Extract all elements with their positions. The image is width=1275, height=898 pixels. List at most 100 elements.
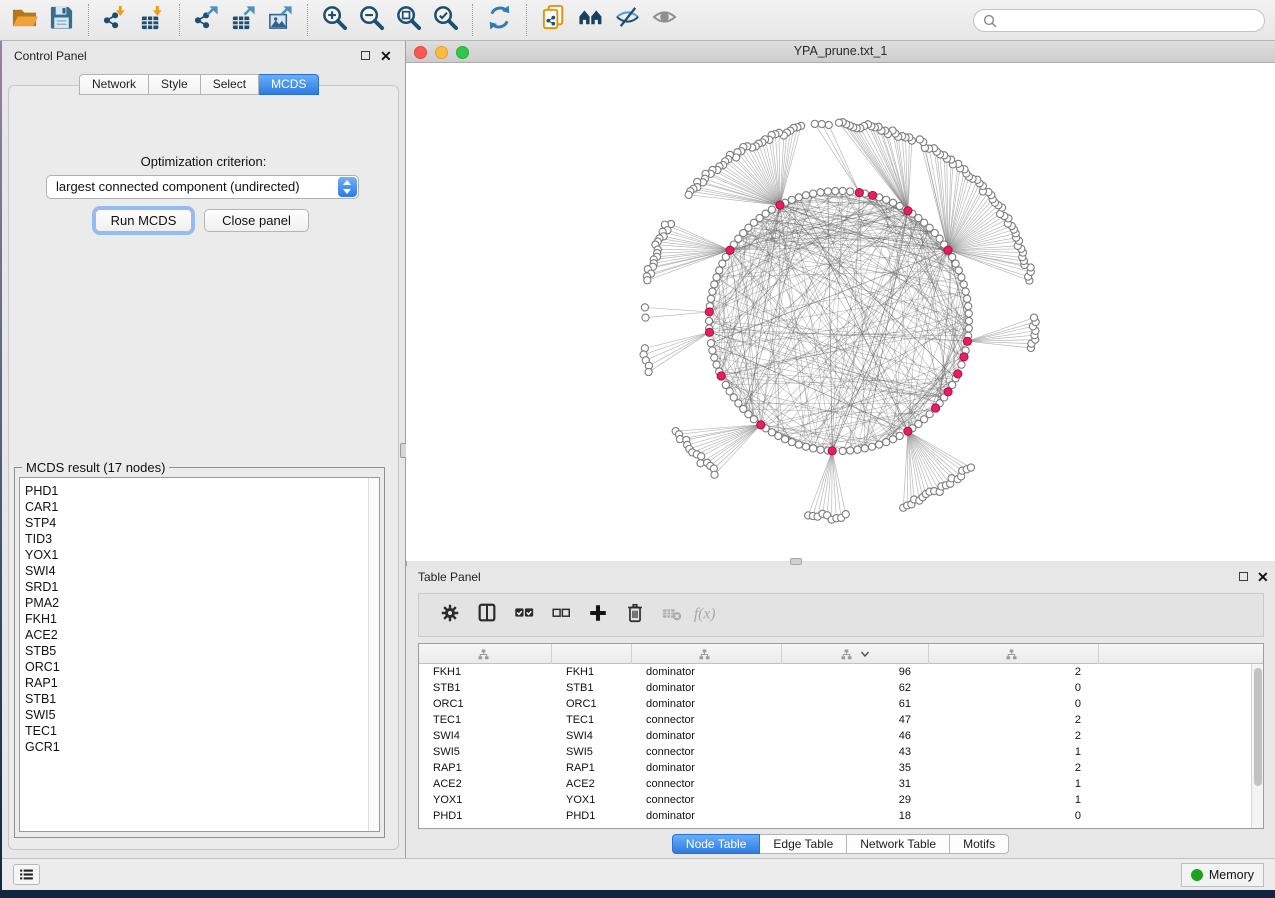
zoom-selected-icon (432, 4, 459, 36)
result-node[interactable]: YOX1 (20, 547, 367, 563)
share-document-button[interactable] (535, 4, 572, 36)
result-node[interactable]: RAP1 (20, 675, 367, 691)
cell-name: SWI5 (552, 744, 632, 760)
table-scrollbar[interactable] (1251, 664, 1263, 828)
memory-status-icon (1191, 869, 1203, 881)
result-node[interactable]: TEC1 (20, 723, 367, 739)
minimize-window-icon[interactable] (435, 46, 448, 59)
result-node[interactable]: STB1 (20, 691, 367, 707)
table-tabs: Node TableEdge TableNetwork TableMotifs (406, 834, 1275, 854)
close-panel-icon[interactable]: ✕ (380, 51, 392, 61)
float-table-panel-icon[interactable] (1239, 572, 1248, 581)
cell-mcds_role: connector (632, 776, 782, 792)
table-row[interactable]: FKH1FKH1dominator962 (419, 664, 1251, 680)
table-row[interactable]: PHD1PHD1dominator180 (419, 808, 1251, 824)
maximize-window-icon[interactable] (456, 46, 469, 59)
table-header-row (419, 644, 1263, 664)
column-header-name[interactable] (552, 644, 632, 664)
result-node[interactable]: PHD1 (20, 483, 367, 499)
result-node[interactable]: SWI4 (20, 563, 367, 579)
tab-node-table[interactable]: Node Table (672, 834, 761, 854)
refresh-icon (486, 4, 513, 36)
hide-icon (614, 4, 641, 36)
import-table-button[interactable] (134, 4, 171, 36)
tab-edge-table[interactable]: Edge Table (760, 834, 847, 854)
show-button[interactable] (646, 4, 683, 36)
zoom-in-button[interactable] (316, 4, 353, 36)
table-row[interactable]: ACE2ACE2connector311 (419, 776, 1251, 792)
result-node[interactable]: PMA2 (20, 595, 367, 611)
table-row[interactable]: STB1STB1dominator620 (419, 680, 1251, 696)
table-row[interactable]: SWI5SWI5connector431 (419, 744, 1251, 760)
mcds-result-title: MCDS result (17 nodes) (22, 460, 169, 475)
table-row[interactable]: ORC1ORC1dominator610 (419, 696, 1251, 712)
run-mcds-button[interactable]: Run MCDS (95, 209, 192, 232)
deselect-all-button[interactable] (542, 600, 579, 630)
cell-mcds_role: dominator (632, 760, 782, 776)
close-table-panel-icon[interactable]: ✕ (1257, 572, 1269, 582)
result-list-scrollbar[interactable] (368, 478, 379, 831)
column-header-predecessor_nodes[interactable] (929, 644, 1099, 664)
task-history-button[interactable] (13, 864, 40, 885)
cell-successor_nodes: 46 (782, 728, 929, 744)
criterion-dropdown[interactable]: largest connected component (undirected) (46, 175, 359, 199)
horizontal-splitter-grip[interactable] (790, 558, 802, 565)
result-node[interactable]: STB5 (20, 643, 367, 659)
result-node[interactable]: TID3 (20, 531, 367, 547)
export-table-button[interactable] (225, 4, 262, 36)
column-header-shared_name[interactable] (419, 644, 552, 664)
formula-button[interactable]: f(x) (690, 600, 727, 630)
columns-button[interactable] (468, 600, 505, 630)
cell-successor_nodes: 31 (782, 776, 929, 792)
close-panel-button[interactable]: Close panel (204, 209, 309, 232)
delete-table-button[interactable] (653, 600, 690, 630)
cell-shared_name: ORC1 (419, 696, 552, 712)
tab-style[interactable]: Style (149, 74, 201, 95)
cell-shared_name: FKH1 (419, 664, 552, 680)
float-panel-icon[interactable] (361, 51, 370, 60)
table-scrollbar-thumb[interactable] (1254, 668, 1262, 786)
table-row[interactable]: TEC1TEC1connector472 (419, 712, 1251, 728)
result-node[interactable]: GCR1 (20, 739, 367, 755)
tab-network-table[interactable]: Network Table (847, 834, 950, 854)
refresh-button[interactable] (481, 4, 518, 36)
search-box[interactable] (973, 9, 1265, 32)
add-column-button[interactable] (579, 600, 616, 630)
table-row[interactable]: SWI4SWI4dominator462 (419, 728, 1251, 744)
close-window-icon[interactable] (414, 46, 427, 59)
result-node[interactable]: CAR1 (20, 499, 367, 515)
import-network-button[interactable] (97, 4, 134, 36)
tab-network[interactable]: Network (79, 74, 149, 95)
result-node[interactable]: SWI5 (20, 707, 367, 723)
column-header-mcds_role[interactable] (632, 644, 782, 664)
table-row[interactable]: YOX1YOX1connector291 (419, 792, 1251, 808)
column-header-successor_nodes[interactable] (782, 644, 929, 664)
memory-button[interactable]: Memory (1181, 863, 1264, 887)
save-session-button[interactable] (43, 4, 80, 36)
tab-mcds[interactable]: MCDS (259, 74, 319, 95)
result-node[interactable]: STP4 (20, 515, 367, 531)
export-image-button[interactable] (262, 4, 299, 36)
cell-predecessor_nodes: 0 (929, 696, 1099, 712)
result-node[interactable]: ACE2 (20, 627, 367, 643)
open-folder-button[interactable] (6, 4, 43, 36)
result-node[interactable]: ORC1 (20, 659, 367, 675)
result-node[interactable]: FKH1 (20, 611, 367, 627)
zoom-fit-button[interactable] (390, 4, 427, 36)
delete-column-button[interactable] (616, 600, 653, 630)
zoom-out-button[interactable] (353, 4, 390, 36)
search-input[interactable] (1002, 11, 1264, 30)
select-all-button[interactable] (505, 600, 542, 630)
tab-select[interactable]: Select (201, 74, 259, 95)
result-node[interactable]: SRD1 (20, 579, 367, 595)
network-canvas[interactable] (406, 63, 1275, 561)
network-window: YPA_prune.txt_1 (406, 41, 1275, 561)
zoom-selected-button[interactable] (427, 4, 464, 36)
table-row[interactable]: RAP1RAP1dominator352 (419, 760, 1251, 776)
find-button[interactable] (572, 4, 609, 36)
hide-button[interactable] (609, 4, 646, 36)
cell-shared_name: PHD1 (419, 808, 552, 824)
export-network-button[interactable] (188, 4, 225, 36)
settings-button[interactable] (431, 600, 468, 630)
tab-motifs[interactable]: Motifs (950, 834, 1009, 854)
